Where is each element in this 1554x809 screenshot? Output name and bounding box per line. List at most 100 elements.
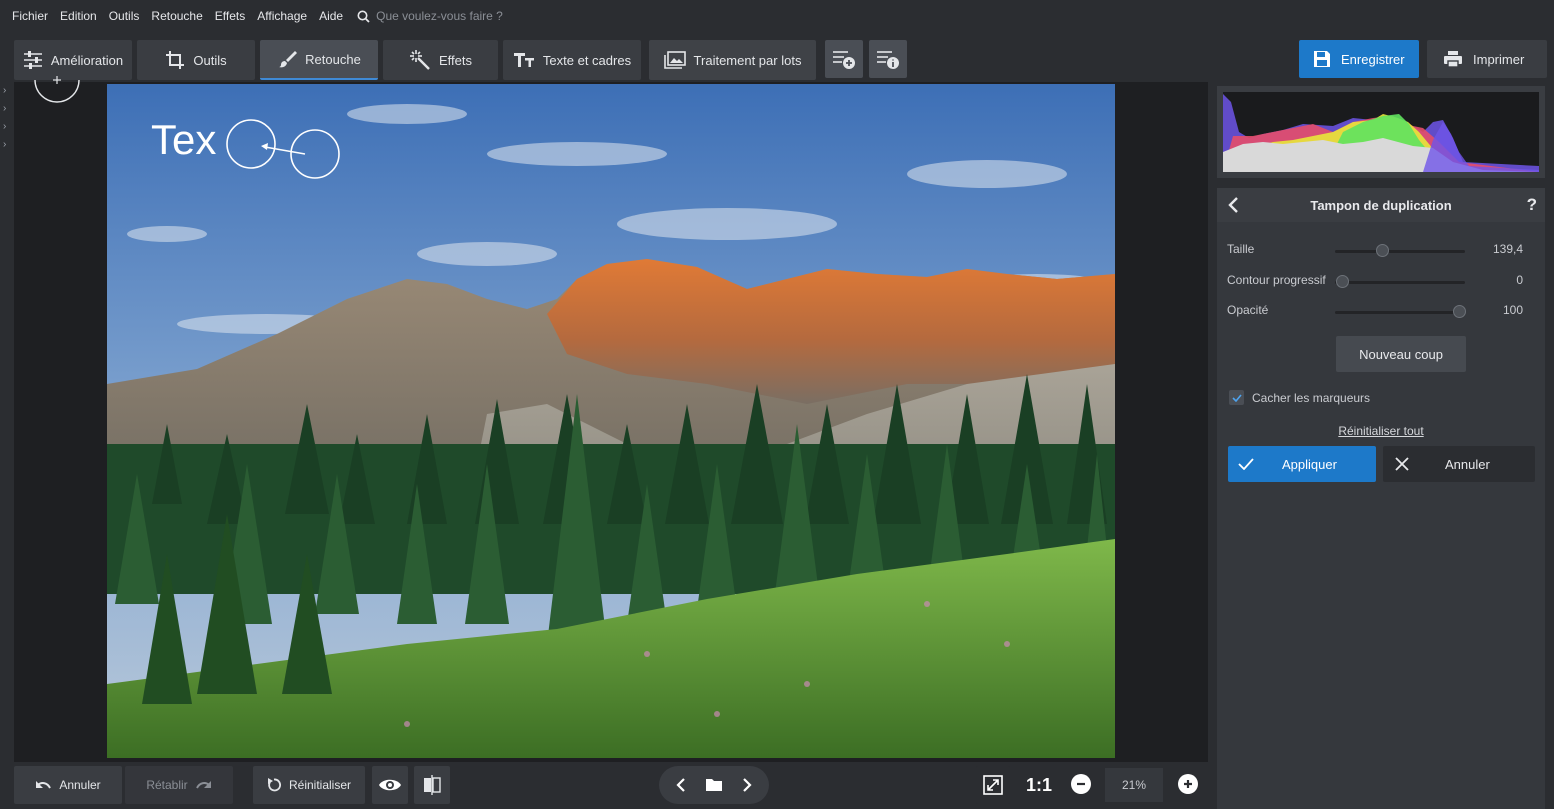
add-preset-button[interactable] xyxy=(825,40,863,78)
sliders-icon xyxy=(23,51,42,69)
tab-texte-et-cadres[interactable]: Texte et cadres xyxy=(503,40,641,80)
slider-track[interactable] xyxy=(1335,311,1465,314)
search-placeholder: Que voulez-vous faire ? xyxy=(376,9,503,23)
clone-stamp-panel: Tampon de duplication ? Taille 139,4 Con… xyxy=(1217,188,1545,809)
magic-wand-icon xyxy=(409,50,430,70)
reset-all-link[interactable]: Réinitialiser tout xyxy=(1217,424,1545,438)
slider-label: Contour progressif xyxy=(1227,273,1326,287)
back-arrow-icon[interactable] xyxy=(1227,197,1239,213)
preset-info-button[interactable] xyxy=(869,40,907,78)
tab-traitement-par-lots[interactable]: Traitement par lots xyxy=(649,40,816,80)
slider-track[interactable] xyxy=(1335,250,1465,253)
chevron-right-icon[interactable] xyxy=(742,778,752,792)
search-icon xyxy=(357,10,370,23)
slider-knob[interactable] xyxy=(1453,305,1466,318)
histogram-graph xyxy=(1223,92,1539,172)
menu-retouche[interactable]: Retouche xyxy=(145,9,208,23)
zoom-out-icon[interactable] xyxy=(1071,774,1091,794)
apply-button-label: Appliquer xyxy=(1282,456,1337,472)
compare-icon xyxy=(424,775,441,795)
menu-bar: Fichier Edition Outils Retouche Effets A… xyxy=(0,0,1554,32)
collapsed-side-panel[interactable]: › › › › xyxy=(0,82,14,762)
panel-header: Tampon de duplication ? xyxy=(1217,188,1545,222)
canvas-area[interactable]: Tex xyxy=(14,76,1208,762)
slider-knob[interactable] xyxy=(1376,244,1389,257)
print-button[interactable]: Imprimer xyxy=(1427,40,1547,78)
menu-fichier[interactable]: Fichier xyxy=(6,9,54,23)
minus-icon xyxy=(1077,782,1085,786)
panel-title: Tampon de duplication xyxy=(1310,197,1452,213)
cancel-button[interactable]: Annuler xyxy=(1383,446,1535,482)
reset-button[interactable]: Réinitialiser xyxy=(253,766,365,804)
slider-knob[interactable] xyxy=(1336,275,1349,288)
tab-outils[interactable]: Outils xyxy=(137,40,255,80)
undo-button[interactable]: Annuler xyxy=(14,766,122,804)
right-panel: Tampon de duplication ? Taille 139,4 Con… xyxy=(1214,82,1554,809)
menu-outils[interactable]: Outils xyxy=(103,9,146,23)
slider-label: Taille xyxy=(1227,242,1255,256)
crop-icon xyxy=(166,51,185,69)
apply-button[interactable]: Appliquer xyxy=(1228,446,1376,482)
tab-lots-label: Traitement par lots xyxy=(693,52,802,68)
file-navigation xyxy=(659,766,769,804)
menu-affichage[interactable]: Affichage xyxy=(251,9,313,23)
preview-toggle-button[interactable] xyxy=(372,766,408,804)
slider-taille[interactable]: Taille 139,4 xyxy=(1227,240,1537,260)
tab-texte-label: Texte et cadres xyxy=(542,52,632,68)
slider-track[interactable] xyxy=(1335,281,1465,284)
actual-size-button[interactable]: 1:1 xyxy=(1024,768,1054,802)
undo-label: Annuler xyxy=(59,778,101,792)
slider-value: 100 xyxy=(1502,303,1523,317)
bottom-bar: Annuler Rétablir Réinitialiser 1:1 21% xyxy=(0,762,1214,809)
brush-icon xyxy=(279,51,298,68)
fit-to-screen-button[interactable] xyxy=(976,766,1010,804)
tab-outils-label: Outils xyxy=(193,52,227,68)
plus-icon xyxy=(1184,780,1192,788)
tab-amelioration-label: Amélioration xyxy=(50,52,124,68)
chevron-right-icon[interactable]: › xyxy=(0,136,14,154)
save-icon xyxy=(1314,51,1330,67)
print-button-label: Imprimer xyxy=(1473,51,1525,67)
chevron-right-icon[interactable]: › xyxy=(0,82,14,100)
hide-markers-label: Cacher les marqueurs xyxy=(1252,390,1371,405)
menu-aide[interactable]: Aide xyxy=(313,9,349,23)
menu-search[interactable]: Que voulez-vous faire ? xyxy=(357,9,503,23)
slider-contour-progressif[interactable]: Contour progressif 0 xyxy=(1227,271,1537,291)
preset-add-icon xyxy=(833,51,855,69)
reset-label: Réinitialiser xyxy=(288,778,352,792)
tab-effets-label: Effets xyxy=(438,52,472,68)
help-icon[interactable]: ? xyxy=(1527,195,1537,215)
folder-icon[interactable] xyxy=(705,778,723,792)
tab-effets[interactable]: Effets xyxy=(383,40,498,80)
tab-amelioration[interactable]: Amélioration xyxy=(14,40,132,80)
chevron-left-icon[interactable] xyxy=(676,778,686,792)
save-button[interactable]: Enregistrer xyxy=(1299,40,1419,78)
menu-effets[interactable]: Effets xyxy=(209,9,251,23)
zoom-in-icon[interactable] xyxy=(1178,774,1198,794)
navigator-compass-icon[interactable] xyxy=(32,76,82,110)
tab-retouche-label: Retouche xyxy=(305,51,361,67)
close-icon xyxy=(1395,457,1409,471)
chevron-right-icon[interactable]: › xyxy=(0,118,14,136)
photo-canvas[interactable]: Tex xyxy=(107,84,1115,758)
hide-markers-option[interactable]: Cacher les marqueurs xyxy=(1229,390,1370,405)
landscape-photo[interactable]: Tex xyxy=(107,84,1115,758)
compare-button[interactable] xyxy=(414,766,450,804)
redo-icon xyxy=(195,781,211,789)
cancel-button-label: Annuler xyxy=(1445,456,1490,472)
menu-edition[interactable]: Edition xyxy=(54,9,103,23)
redo-button[interactable]: Rétablir xyxy=(125,766,233,804)
tab-retouche[interactable]: Retouche xyxy=(260,40,378,80)
new-stroke-button[interactable]: Nouveau coup xyxy=(1336,336,1466,372)
slider-opacite[interactable]: Opacité 100 xyxy=(1227,301,1537,321)
histogram xyxy=(1217,86,1545,178)
slider-value: 139,4 xyxy=(1492,242,1523,256)
slider-label: Opacité xyxy=(1227,303,1269,317)
overlay-text[interactable]: Tex xyxy=(151,116,216,163)
check-icon xyxy=(1238,458,1254,470)
preset-info-icon xyxy=(877,51,899,69)
zoom-level[interactable]: 21% xyxy=(1105,768,1163,802)
chevron-right-icon[interactable]: › xyxy=(0,100,14,118)
text-icon xyxy=(513,53,534,67)
hide-markers-checkbox[interactable] xyxy=(1229,390,1244,405)
